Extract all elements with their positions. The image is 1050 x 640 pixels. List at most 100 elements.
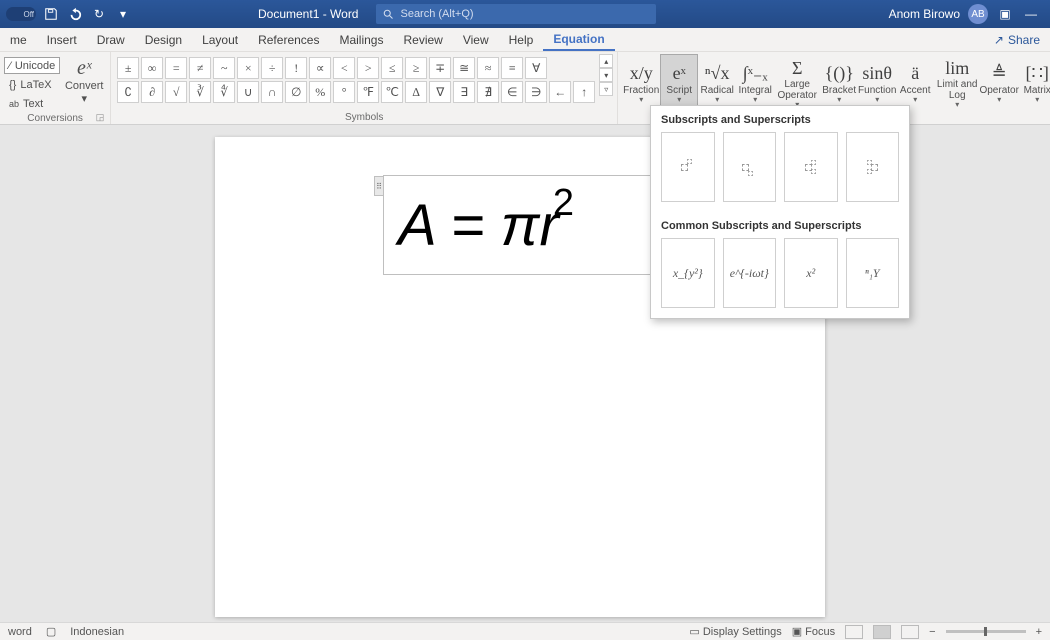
symbol-cell[interactable]: ∈ [501, 81, 523, 103]
tab-mailings[interactable]: Mailings [329, 28, 393, 51]
tab-help[interactable]: Help [499, 28, 544, 51]
symbol-cell[interactable]: ∀ [525, 57, 547, 79]
symbol-up-icon[interactable]: ▴ [599, 54, 613, 68]
symbol-cell[interactable]: ↑ [573, 81, 595, 103]
symbol-cell[interactable]: ∃ [453, 81, 475, 103]
tab-review[interactable]: Review [393, 28, 452, 51]
status-language[interactable]: Indonesian [70, 626, 124, 638]
tab-me[interactable]: me [0, 28, 37, 51]
struct-large-operator[interactable]: ΣLarge Operator▾ [774, 54, 820, 110]
opt-common[interactable]: x_{y²} [661, 238, 715, 308]
struct-bracket[interactable]: {()}Bracket▾ [820, 54, 858, 110]
opt-common[interactable]: x² [784, 238, 838, 308]
symbol-cell[interactable]: ∁ [117, 81, 139, 103]
symbol-cell[interactable]: ∜ [213, 81, 235, 103]
share-button[interactable]: ↗Share [984, 33, 1050, 47]
struct-limit-and-log[interactable]: limLimit and Log▾ [934, 54, 980, 110]
view-web-icon[interactable] [901, 625, 919, 639]
struct-matrix[interactable]: [∷]Matrix▾ [1018, 54, 1050, 110]
symbol-cell[interactable]: ± [117, 57, 139, 79]
symbol-cell[interactable]: ∩ [261, 81, 283, 103]
symbol-cell[interactable]: ∝ [309, 57, 331, 79]
undo-icon[interactable] [66, 5, 84, 23]
equation-box[interactable]: ⠿ A = πr2 [383, 175, 653, 275]
tab-equation[interactable]: Equation [543, 28, 614, 51]
struct-script[interactable]: eˣScript▾ [660, 54, 698, 110]
opt-presubsuper[interactable] [846, 132, 900, 202]
symbol-more-icon[interactable]: ▿ [599, 82, 613, 96]
symbol-cell[interactable]: ← [549, 81, 571, 103]
symbol-cell[interactable]: ∄ [477, 81, 499, 103]
convert-button[interactable]: eˣ Convert ▾ [62, 54, 106, 105]
struct-accent[interactable]: äAccent▾ [896, 54, 934, 110]
symbol-cell[interactable]: ! [285, 57, 307, 79]
window-mode-icon[interactable]: ▣ [996, 5, 1014, 23]
opt-common[interactable]: ⁿ₁Y [846, 238, 900, 308]
symbol-cell[interactable]: ∞ [141, 57, 163, 79]
symbol-cell[interactable]: ℃ [381, 81, 403, 103]
symbol-cell[interactable]: ∆ [405, 81, 427, 103]
symbol-cell[interactable]: > [357, 57, 379, 79]
zoom-slider[interactable] [946, 630, 1026, 633]
tab-design[interactable]: Design [135, 28, 192, 51]
symbol-cell[interactable]: ∅ [285, 81, 307, 103]
text-option[interactable]: abText [4, 95, 60, 112]
symbol-cell[interactable]: ℉ [357, 81, 379, 103]
view-read-icon[interactable] [845, 625, 863, 639]
symbol-down-icon[interactable]: ▾ [599, 68, 613, 82]
struct-integral[interactable]: ∫ˣ₋ₓIntegral▾ [736, 54, 774, 110]
save-icon[interactable] [42, 5, 60, 23]
tab-view[interactable]: View [453, 28, 499, 51]
zoom-out-icon[interactable]: − [929, 626, 935, 638]
symbol-cell[interactable]: = [165, 57, 187, 79]
status-lang-icon[interactable]: ▢ [46, 625, 56, 638]
opt-subsuper[interactable] [784, 132, 838, 202]
symbol-cell[interactable]: √ [165, 81, 187, 103]
symbol-cell[interactable]: ≅ [453, 57, 475, 79]
display-settings-button[interactable]: ▭ Display Settings [689, 625, 781, 638]
opt-common[interactable]: e^{-iωt} [723, 238, 777, 308]
struct-fraction[interactable]: x/yFraction▾ [622, 54, 660, 110]
symbol-cell[interactable]: ∪ [237, 81, 259, 103]
tab-insert[interactable]: Insert [37, 28, 87, 51]
symbol-cell[interactable]: ∓ [429, 57, 451, 79]
symbol-cell[interactable]: ∛ [189, 81, 211, 103]
struct-operator[interactable]: ≜Operator▾ [980, 54, 1018, 110]
zoom-in-icon[interactable]: + [1036, 626, 1042, 638]
focus-button[interactable]: ▣ Focus [792, 625, 835, 638]
autosave-toggle[interactable]: Off [6, 7, 36, 21]
tab-draw[interactable]: Draw [87, 28, 135, 51]
unicode-option[interactable]: ⁄Unicode [4, 57, 60, 74]
view-print-icon[interactable] [873, 625, 891, 639]
opt-subscript[interactable] [723, 132, 777, 202]
struct-radical[interactable]: ⁿ√xRadical▾ [698, 54, 736, 110]
symbol-cell[interactable]: ≈ [477, 57, 499, 79]
struct-icon: {()} [825, 62, 854, 86]
symbol-cell[interactable]: ∋ [525, 81, 547, 103]
symbol-cell[interactable]: ≡ [501, 57, 523, 79]
status-word[interactable]: word [8, 626, 32, 638]
minimize-icon[interactable]: — [1022, 5, 1040, 23]
symbol-cell[interactable]: ≠ [189, 57, 211, 79]
symbol-cell[interactable]: ∂ [141, 81, 163, 103]
symbol-cell[interactable]: ≥ [405, 57, 427, 79]
symbol-cell[interactable]: ÷ [261, 57, 283, 79]
symbol-cell[interactable]: ≤ [381, 57, 403, 79]
qat-more-icon[interactable]: ▾ [114, 5, 132, 23]
latex-option[interactable]: {}LaTeX [4, 76, 60, 93]
symbol-cell[interactable]: ∇ [429, 81, 451, 103]
symbol-cell[interactable]: < [333, 57, 355, 79]
opt-superscript[interactable] [661, 132, 715, 202]
symbol-cell[interactable]: ° [333, 81, 355, 103]
symbol-cell[interactable]: × [237, 57, 259, 79]
tab-references[interactable]: References [248, 28, 329, 51]
symbol-cell[interactable]: % [309, 81, 331, 103]
dialog-launcher-icon[interactable]: ◲ [96, 112, 105, 123]
struct-function[interactable]: sinθFunction▾ [858, 54, 896, 110]
user-area[interactable]: Anom Birowo AB ▣ — [879, 4, 1050, 24]
redo-icon[interactable]: ↻ [90, 5, 108, 23]
symbol-cell[interactable]: ~ [213, 57, 235, 79]
tab-layout[interactable]: Layout [192, 28, 248, 51]
equation-handle-icon[interactable]: ⠿ [374, 176, 384, 196]
search-box[interactable]: Search (Alt+Q) [376, 4, 656, 24]
